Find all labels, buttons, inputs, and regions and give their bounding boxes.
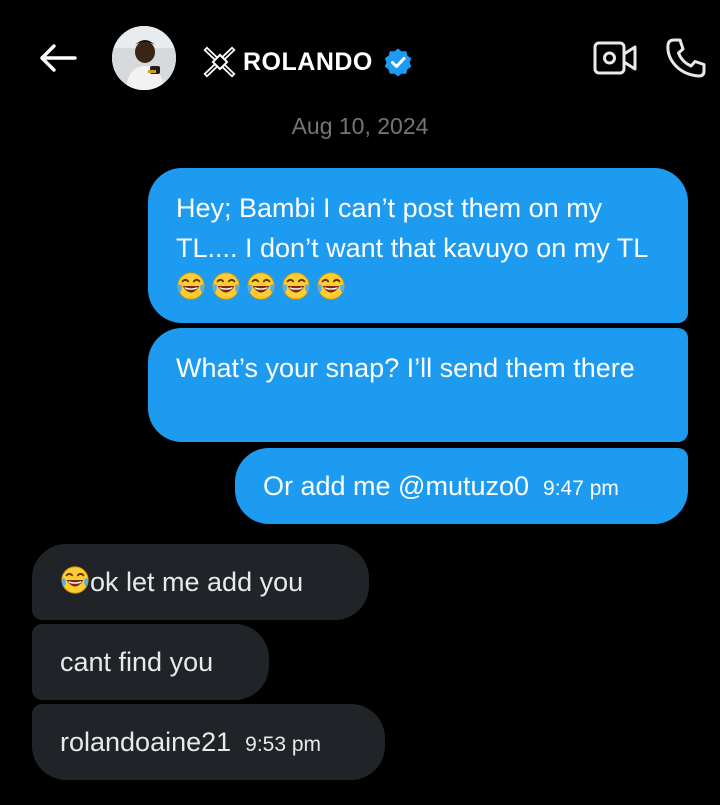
message-text: What’s your snap? I’ll send them there: [176, 353, 635, 383]
arrow-left-icon: [40, 44, 77, 72]
phone-icon: [666, 38, 706, 78]
message-bubble-outgoing[interactable]: Hey; Bambi I can’t post them on my TL...…: [148, 168, 688, 323]
face-with-tears-of-joy-icon: [316, 271, 346, 301]
verified-badge-icon: [384, 48, 412, 77]
conversation-header: ROLANDO: [0, 0, 720, 115]
avatar[interactable]: [112, 26, 176, 90]
face-with-tears-of-joy-icon: [60, 565, 90, 595]
x-logo-icon: [203, 46, 236, 78]
message-bubble-outgoing[interactable]: What’s your snap? I’ll send them there: [148, 328, 688, 442]
face-with-tears-of-joy-icon: [246, 271, 276, 301]
message-text: ok let me add you: [90, 567, 304, 597]
message-timestamp: 9:53 pm: [245, 733, 322, 756]
message-timestamp: 9:47 pm: [543, 477, 619, 500]
message-bubble-incoming[interactable]: ok let me add you: [32, 544, 369, 620]
video-call-button[interactable]: [592, 38, 638, 78]
date-separator: Aug 10, 2024: [291, 113, 429, 139]
face-with-tears-of-joy-icon: [211, 271, 241, 301]
avatar-image: [112, 26, 176, 90]
contact-name: ROLANDO: [243, 47, 373, 76]
voice-call-button[interactable]: [664, 36, 710, 80]
back-button[interactable]: [36, 40, 78, 76]
message-text: Or add me @mutuzo0: [263, 471, 530, 501]
emoji-group: [176, 273, 346, 303]
message-bubble-incoming[interactable]: rolandoaine21 9:53 pm: [32, 704, 385, 780]
message-text: Hey; Bambi I can’t post them on my TL...…: [176, 193, 649, 263]
face-with-tears-of-joy-icon: [176, 271, 206, 301]
contact-title[interactable]: ROLANDO: [203, 44, 413, 80]
message-text: cant find you: [60, 647, 214, 677]
face-with-tears-of-joy-icon: [281, 271, 311, 301]
video-camera-icon: [593, 41, 637, 75]
message-bubble-outgoing[interactable]: Or add me @mutuzo0 9:47 pm: [235, 448, 688, 524]
message-bubble-incoming[interactable]: cant find you: [32, 624, 269, 700]
message-text: rolandoaine21: [60, 727, 232, 757]
